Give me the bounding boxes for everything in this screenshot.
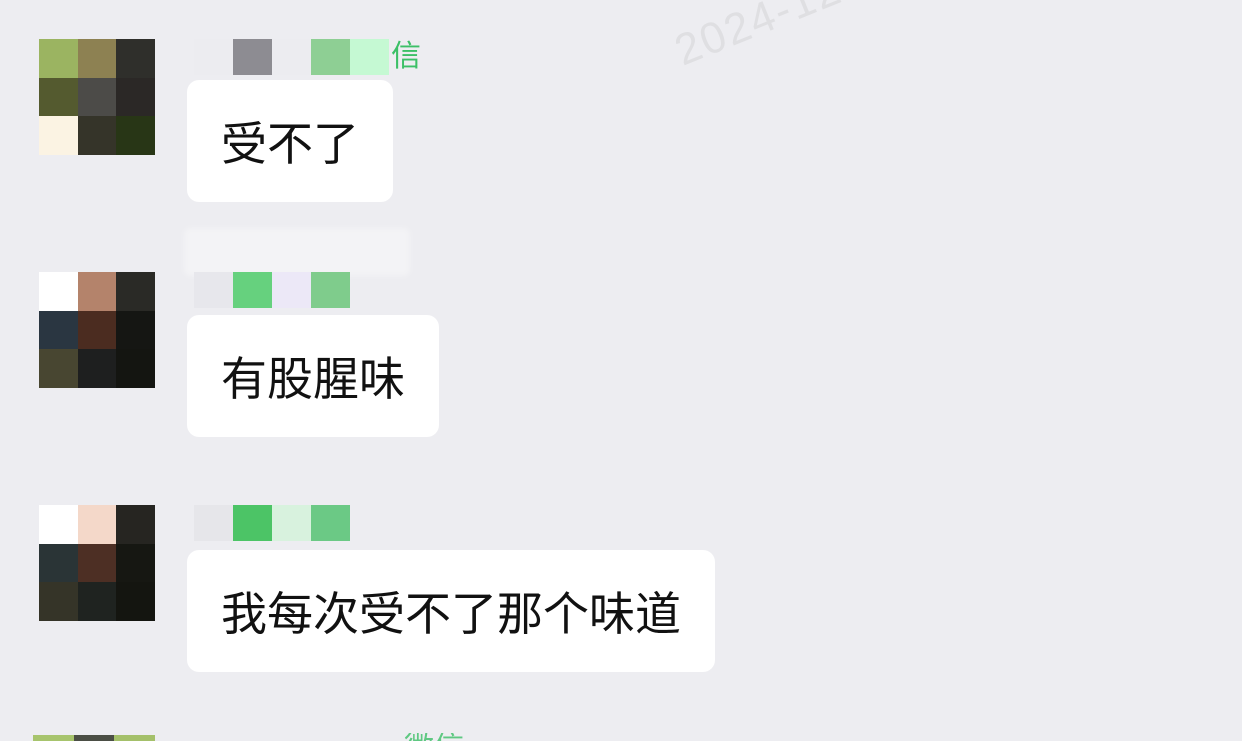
message-bubble[interactable]: 受不了 xyxy=(187,80,393,202)
avatar-pixel xyxy=(39,116,78,155)
avatar-pixel xyxy=(116,310,155,350)
avatar[interactable] xyxy=(39,272,155,388)
name-mosaic-block xyxy=(350,39,389,75)
message-bubble[interactable]: 我每次受不了那个味道 xyxy=(187,550,715,672)
avatar-pixel xyxy=(77,77,117,117)
message-text: 我每次受不了那个味道 xyxy=(221,587,681,641)
name-mosaic-block xyxy=(311,272,350,308)
avatar-pixel xyxy=(39,272,78,311)
name-mosaic-block xyxy=(233,505,272,541)
message-text: 受不了 xyxy=(221,117,359,171)
avatar-pixel xyxy=(116,543,155,583)
avatar-partial[interactable] xyxy=(33,735,156,741)
sender-name-suffix: 信 xyxy=(391,39,421,74)
avatar-pixel xyxy=(77,116,117,155)
avatar-pixel xyxy=(39,39,78,78)
avatar[interactable] xyxy=(39,505,155,621)
name-mosaic-block xyxy=(194,505,233,541)
avatar-pixel xyxy=(33,735,74,741)
avatar-pixel xyxy=(39,349,78,388)
avatar-pixel xyxy=(77,543,117,583)
avatar-pixel xyxy=(77,582,117,621)
avatar-pixel xyxy=(77,505,117,544)
name-mosaic-block xyxy=(272,272,311,308)
name-mosaic-block xyxy=(311,39,350,75)
avatar-pixel xyxy=(77,310,117,350)
avatar-pixel xyxy=(114,735,156,741)
avatar-pixel xyxy=(39,543,78,583)
sender-name: 信 xyxy=(194,39,421,75)
date-watermark: 2024-12-5 xyxy=(668,0,890,76)
blurred-region xyxy=(184,228,410,276)
avatar-pixel xyxy=(116,582,155,621)
avatar-pixel xyxy=(116,272,155,311)
sender-name xyxy=(194,505,352,541)
name-mosaic-block xyxy=(194,272,233,308)
avatar-pixel xyxy=(77,272,117,311)
name-mosaic-block xyxy=(272,505,311,541)
name-mosaic-block xyxy=(194,39,233,75)
avatar-pixel xyxy=(116,505,155,544)
avatar-pixel xyxy=(73,735,115,741)
sender-name xyxy=(194,272,352,308)
name-mosaic-block xyxy=(311,505,350,541)
avatar-pixel xyxy=(39,582,78,621)
avatar-pixel xyxy=(39,77,78,117)
name-mosaic-block xyxy=(233,39,272,75)
avatar-pixel xyxy=(39,310,78,350)
avatar-pixel xyxy=(77,349,117,388)
avatar[interactable] xyxy=(39,39,155,155)
avatar-pixel xyxy=(116,349,155,388)
name-mosaic-block xyxy=(233,272,272,308)
message-text: 有股腥味 xyxy=(221,352,405,406)
name-mosaic-block xyxy=(272,39,311,75)
sender-name-partial: 微信 xyxy=(404,733,464,741)
avatar-pixel xyxy=(116,39,155,78)
avatar-pixel xyxy=(39,505,78,544)
message-bubble[interactable]: 有股腥味 xyxy=(187,315,439,437)
avatar-pixel xyxy=(116,77,155,117)
avatar-pixel xyxy=(116,116,155,155)
avatar-pixel xyxy=(77,39,117,78)
